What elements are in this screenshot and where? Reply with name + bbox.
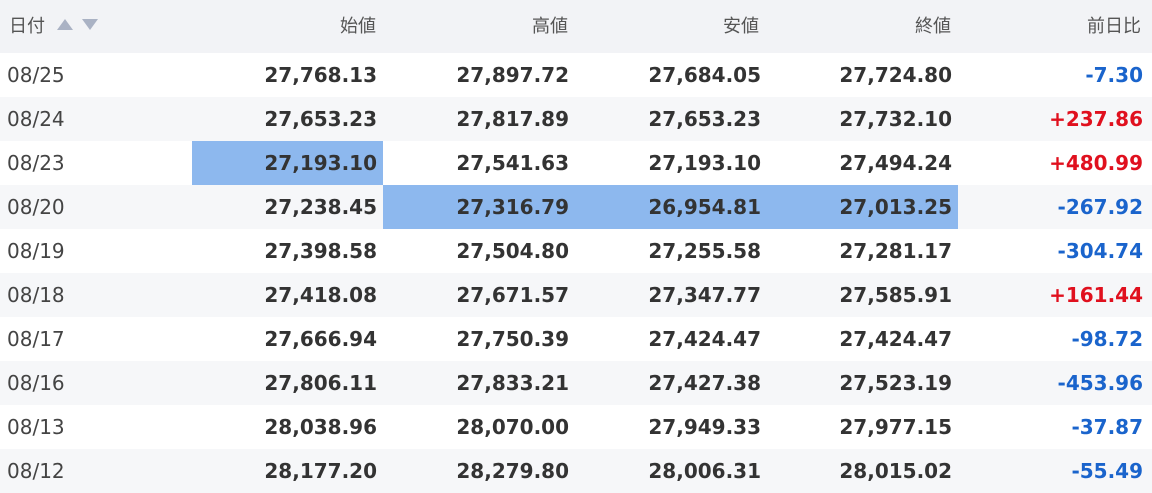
column-header-high: 高値 — [532, 16, 568, 37]
low-cell[interactable]: 27,255.58 — [575, 229, 767, 273]
column-header-low: 安値 — [723, 16, 759, 37]
close-cell[interactable]: 27,494.24 — [767, 141, 958, 185]
change-cell[interactable]: +480.99 — [958, 141, 1149, 185]
change-cell[interactable]: -453.96 — [958, 361, 1149, 405]
high-cell[interactable]: 27,817.89 — [383, 97, 575, 141]
table-row[interactable]: 08/19 27,398.58 27,504.80 27,255.58 27,281.1… — [0, 229, 1152, 273]
column-header-date[interactable]: 日付 — [9, 0, 45, 53]
table-row[interactable]: 08/24 27,653.23 27,817.89 27,653.23 27,732.1… — [0, 97, 1152, 141]
table-row[interactable]: 08/20 27,238.45 27,316.79 26,954.81 27,013.2… — [0, 185, 1152, 229]
high-cell[interactable]: 28,070.00 — [383, 405, 575, 449]
high-cell[interactable]: 27,833.21 — [383, 361, 575, 405]
date-cell[interactable]: 08/25 — [0, 53, 190, 97]
close-cell[interactable]: 27,281.17 — [767, 229, 958, 273]
table-row[interactable]: 08/12 28,177.20 28,279.80 28,006.31 28,015.0… — [0, 449, 1152, 493]
stock-price-table: 日付 始値 高値 安値 終値 前日比 08/25 27,768.13 27,897.… — [0, 0, 1152, 493]
low-cell[interactable]: 27,684.05 — [575, 53, 767, 97]
table-header: 日付 始値 高値 安値 終値 前日比 — [0, 0, 1152, 53]
close-cell[interactable]: 27,977.15 — [767, 405, 958, 449]
close-cell[interactable]: 27,724.80 — [767, 53, 958, 97]
table-row[interactable]: 08/18 27,418.08 27,671.57 27,347.77 27,585.9… — [0, 273, 1152, 317]
table-row[interactable]: 08/16 27,806.11 27,833.21 27,427.38 27,523.1… — [0, 361, 1152, 405]
date-cell[interactable]: 08/16 — [0, 361, 190, 405]
high-cell[interactable]: 27,671.57 — [383, 273, 575, 317]
change-cell[interactable]: +161.44 — [958, 273, 1149, 317]
close-cell[interactable]: 27,013.25 — [767, 185, 958, 229]
open-cell[interactable]: 27,653.23 — [192, 97, 383, 141]
open-cell[interactable]: 28,177.20 — [192, 449, 383, 493]
close-cell[interactable]: 28,015.02 — [767, 449, 958, 493]
open-cell[interactable]: 27,806.11 — [192, 361, 383, 405]
change-cell[interactable]: -267.92 — [958, 185, 1149, 229]
date-cell[interactable]: 08/20 — [0, 185, 190, 229]
column-header-close: 終値 — [915, 16, 951, 37]
low-cell[interactable]: 27,653.23 — [575, 97, 767, 141]
sort-descending-icon[interactable] — [82, 19, 98, 30]
low-cell[interactable]: 27,347.77 — [575, 273, 767, 317]
high-cell[interactable]: 27,750.39 — [383, 317, 575, 361]
sort-ascending-icon[interactable] — [57, 19, 73, 30]
high-cell[interactable]: 27,541.63 — [383, 141, 575, 185]
date-cell[interactable]: 08/18 — [0, 273, 190, 317]
close-cell[interactable]: 27,585.91 — [767, 273, 958, 317]
high-cell[interactable]: 27,897.72 — [383, 53, 575, 97]
high-cell[interactable]: 27,316.79 — [383, 185, 575, 229]
close-cell[interactable]: 27,424.47 — [767, 317, 958, 361]
close-cell[interactable]: 27,523.19 — [767, 361, 958, 405]
change-cell[interactable]: -55.49 — [958, 449, 1149, 493]
low-cell[interactable]: 27,424.47 — [575, 317, 767, 361]
change-cell[interactable]: +237.86 — [958, 97, 1149, 141]
date-cell[interactable]: 08/24 — [0, 97, 190, 141]
low-cell[interactable]: 27,193.10 — [575, 141, 767, 185]
table-row[interactable]: 08/23 27,193.10 27,541.63 27,193.10 27,494.2… — [0, 141, 1152, 185]
high-cell[interactable]: 28,279.80 — [383, 449, 575, 493]
open-cell[interactable]: 27,666.94 — [192, 317, 383, 361]
date-cell[interactable]: 08/12 — [0, 449, 190, 493]
table-row[interactable]: 08/25 27,768.13 27,897.72 27,684.05 27,724.8… — [0, 53, 1152, 97]
low-cell[interactable]: 26,954.81 — [575, 185, 767, 229]
change-cell[interactable]: -98.72 — [958, 317, 1149, 361]
low-cell[interactable]: 27,427.38 — [575, 361, 767, 405]
date-cell[interactable]: 08/17 — [0, 317, 190, 361]
table-row[interactable]: 08/17 27,666.94 27,750.39 27,424.47 27,424.4… — [0, 317, 1152, 361]
high-cell[interactable]: 27,504.80 — [383, 229, 575, 273]
change-cell[interactable]: -7.30 — [958, 53, 1149, 97]
date-cell[interactable]: 08/13 — [0, 405, 190, 449]
table-row[interactable]: 08/13 28,038.96 28,070.00 27,949.33 27,977.1… — [0, 405, 1152, 449]
open-cell[interactable]: 27,398.58 — [192, 229, 383, 273]
date-cell[interactable]: 08/19 — [0, 229, 190, 273]
open-cell[interactable]: 27,238.45 — [192, 185, 383, 229]
close-cell[interactable]: 27,732.10 — [767, 97, 958, 141]
low-cell[interactable]: 27,949.33 — [575, 405, 767, 449]
low-cell[interactable]: 28,006.31 — [575, 449, 767, 493]
change-cell[interactable]: -304.74 — [958, 229, 1149, 273]
date-cell[interactable]: 08/23 — [0, 141, 190, 185]
column-header-open: 始値 — [340, 16, 376, 37]
column-header-change: 前日比 — [1087, 16, 1141, 37]
open-cell[interactable]: 27,768.13 — [192, 53, 383, 97]
open-cell[interactable]: 27,193.10 — [192, 141, 383, 185]
change-cell[interactable]: -37.87 — [958, 405, 1149, 449]
open-cell[interactable]: 28,038.96 — [192, 405, 383, 449]
open-cell[interactable]: 27,418.08 — [192, 273, 383, 317]
